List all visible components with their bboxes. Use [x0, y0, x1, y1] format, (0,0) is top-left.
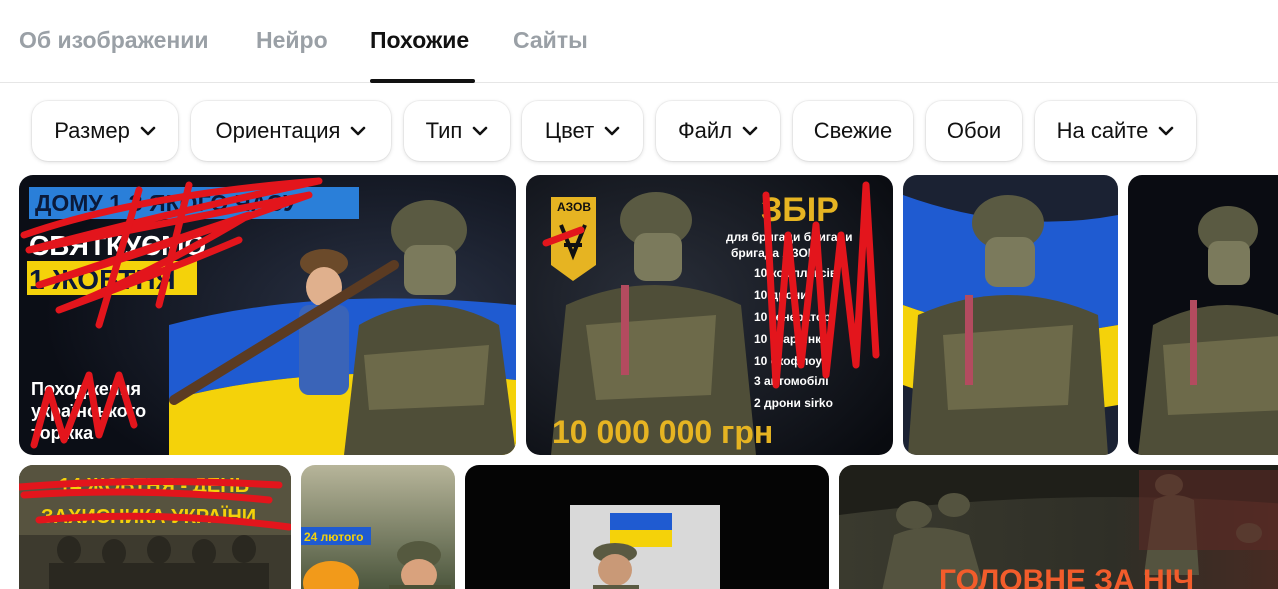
filter-orientation-button[interactable]: Ориентация — [191, 101, 391, 161]
image-result-2[interactable]: АЗОВ ЗБІР для бригади бригади бригада АЗ… — [526, 175, 893, 455]
image-result-6[interactable]: 24 лютого — [301, 465, 455, 589]
tab-neuro[interactable]: Нейро — [256, 27, 328, 54]
image-result-1[interactable]: ДОМУ 1 З ЯКОГО ЧАСУ СВЯТКУЄМО 1 ЖОВТНЯ П… — [19, 175, 516, 455]
tile-8-headline: ГОЛОВНЕ ЗА НІЧ — [939, 564, 1194, 589]
filter-size-label: Размер — [54, 118, 130, 143]
image-result-4[interactable] — [1128, 175, 1278, 455]
filter-type-button[interactable]: Тип — [404, 101, 510, 161]
filter-on-site-label: На сайте — [1056, 118, 1149, 143]
tile-2-headline: ЗБІР — [761, 191, 839, 229]
tab-sites[interactable]: Сайты — [513, 27, 588, 54]
image-result-3[interactable] — [903, 175, 1118, 455]
result-thumbnail — [465, 465, 829, 589]
chevron-down-icon — [742, 126, 758, 136]
image-result-7[interactable] — [465, 465, 829, 589]
filter-file-label: Файл — [677, 118, 733, 143]
tabs-bar: Об изображении Нейро Похожие Сайты — [0, 0, 1278, 83]
filter-wallpapers-label: Обои — [946, 118, 1002, 143]
chevron-down-icon — [1159, 126, 1174, 136]
filter-on-site-button[interactable]: На сайте — [1035, 101, 1196, 161]
filter-bar: Размер Ориентация Тип Цвет Файл Свежие О… — [0, 101, 1278, 161]
filter-fresh-button[interactable]: Свежие — [793, 101, 913, 161]
result-thumbnail — [1128, 175, 1278, 455]
tab-about-image[interactable]: Об изображении — [19, 27, 209, 54]
image-result-5[interactable]: 14 ЖОВТНЯ - ДЕНЬ ЗАХИСНИКА УКРАЇНИ — [19, 465, 291, 589]
chevron-down-icon — [140, 126, 156, 136]
filter-type-label: Тип — [425, 118, 463, 143]
chevron-down-icon — [473, 126, 488, 136]
filter-color-label: Цвет — [544, 118, 595, 143]
filter-fresh-label: Свежие — [813, 118, 893, 143]
azov-badge-text: АЗОВ — [557, 200, 591, 214]
filter-wallpapers-button[interactable]: Обои — [926, 101, 1022, 161]
result-thumbnail: АЗОВ ЗБІР для бригади бригади бригада АЗ… — [526, 175, 893, 455]
filter-size-button[interactable]: Размер — [32, 101, 178, 161]
filter-file-button[interactable]: Файл — [656, 101, 780, 161]
filter-orientation-label: Ориентация — [215, 118, 341, 143]
tab-similar[interactable]: Похожие — [370, 27, 469, 54]
result-thumbnail: 24 лютого — [301, 465, 455, 589]
tile-2-list-item: 10 екофлоу — [754, 354, 822, 368]
result-thumbnail: 14 ЖОВТНЯ - ДЕНЬ ЗАХИСНИКА УКРАЇНИ — [19, 465, 291, 589]
tile-2-list-item: 2 дрони sirko — [754, 396, 833, 410]
tile-2-amount: 10 000 000 грн — [552, 414, 773, 450]
chevron-down-icon — [351, 126, 366, 136]
tile-2-sub-2: бригада АЗОВ — [731, 246, 817, 260]
chevron-down-icon — [604, 126, 620, 136]
tile-2-list-item: 10 старлінк — [754, 332, 822, 346]
result-thumbnail: ДОМУ 1 З ЯКОГО ЧАСУ СВЯТКУЄМО 1 ЖОВТНЯ П… — [19, 175, 516, 455]
active-tab-indicator — [370, 79, 475, 83]
result-thumbnail — [903, 175, 1118, 455]
image-result-8[interactable]: ГОЛОВНЕ ЗА НІЧ — [839, 465, 1278, 589]
tile-2-list-item: 3 автомобілі — [754, 374, 829, 388]
tile-6-date: 24 лютого — [304, 530, 363, 544]
filter-color-button[interactable]: Цвет — [522, 101, 643, 161]
result-thumbnail: ГОЛОВНЕ ЗА НІЧ — [839, 465, 1278, 589]
